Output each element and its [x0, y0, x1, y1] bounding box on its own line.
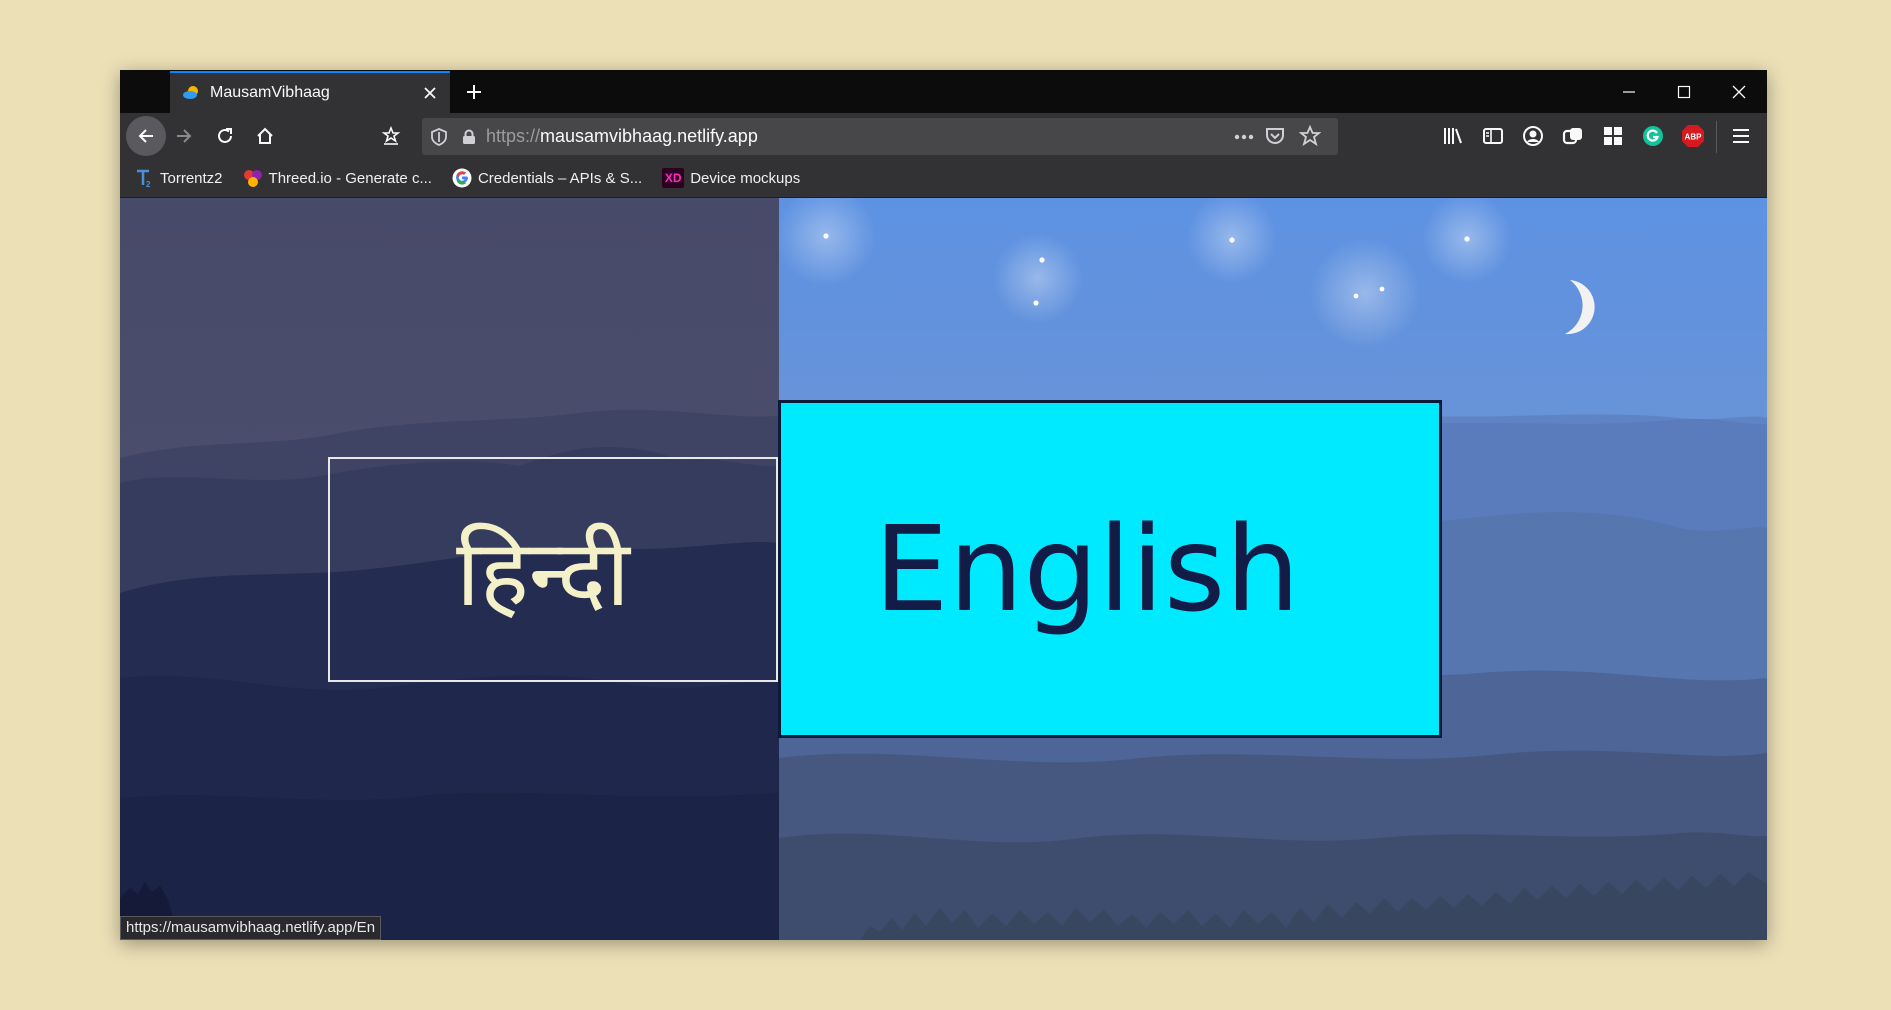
bookmark-star-icon[interactable]: [1298, 124, 1322, 152]
google-icon: [452, 168, 472, 188]
hindi-label: हिन्दी: [456, 520, 630, 627]
pocket-icon[interactable]: [1264, 125, 1286, 152]
bookmark-star-button[interactable]: [373, 118, 409, 154]
xd-icon: XD: [662, 168, 685, 188]
english-language-button[interactable]: English: [778, 400, 1442, 738]
grid-extension-icon[interactable]: [1598, 121, 1628, 151]
bookmark-credentials[interactable]: Credentials – APIs & S...: [452, 168, 642, 188]
sidebar-icon[interactable]: [1478, 121, 1508, 151]
lock-icon[interactable]: [456, 129, 482, 145]
new-tab-icon[interactable]: [458, 76, 490, 108]
bookmark-torrentz2[interactable]: 2 Torrentz2: [134, 168, 223, 188]
menu-icon[interactable]: [1726, 121, 1756, 151]
forward-button[interactable]: [166, 118, 202, 154]
home-button[interactable]: [247, 118, 283, 154]
account-icon[interactable]: [1518, 121, 1548, 151]
bookmark-threed[interactable]: Threed.io - Generate c...: [243, 168, 432, 188]
grammarly-icon[interactable]: [1638, 121, 1668, 151]
torrentz-icon: 2: [134, 168, 154, 188]
arrow-left-icon: [138, 129, 153, 143]
toolbar-divider: [1716, 121, 1717, 153]
close-tab-icon[interactable]: [418, 81, 442, 105]
hindi-language-button[interactable]: हिन्दी: [328, 457, 778, 682]
reload-button[interactable]: [207, 118, 243, 154]
status-bar-url: https://mausamvibhaag.netlify.app/En: [120, 916, 382, 940]
reload-icon: [218, 128, 232, 143]
star-upload-icon: [381, 126, 401, 145]
threed-icon: [243, 168, 263, 188]
svg-text:2: 2: [146, 180, 151, 188]
adblock-plus-icon[interactable]: ABP: [1678, 121, 1708, 151]
bookmarks-toolbar: 2 Torrentz2 Threed.io - Generate c... Cr…: [120, 159, 1767, 198]
english-label: English: [874, 500, 1301, 638]
tab-mausamvibhaag[interactable]: MausamVibhaag: [170, 71, 450, 113]
abp-text: ABP: [1685, 133, 1703, 142]
bookmark-label: Credentials – APIs & S...: [477, 169, 643, 187]
url-host: mausamvibhaag.netlify.app: [540, 126, 758, 146]
container-icon[interactable]: [1558, 121, 1588, 151]
tab-title: MausamVibhaag: [210, 84, 330, 101]
bookmark-device-mockups[interactable]: XD Device mockups: [662, 168, 800, 188]
back-button[interactable]: [126, 116, 166, 156]
bookmark-label: Device mockups: [690, 169, 801, 187]
arrow-right-icon: [177, 129, 192, 143]
maximize-icon[interactable]: [1656, 70, 1712, 113]
page-content: हिन्दी English https://mausamvibhaag.net…: [120, 198, 1767, 940]
bookmark-label: Torrentz2: [160, 169, 223, 187]
cloud-favicon-icon: [183, 86, 198, 99]
minimize-icon[interactable]: [1601, 70, 1657, 113]
url-scheme: https://: [486, 126, 541, 146]
address-bar[interactable]: https://mausamvibhaag.netlify.app: [422, 118, 1338, 155]
tab-strip: MausamVibhaag: [120, 70, 1767, 113]
close-window-icon[interactable]: [1711, 70, 1767, 113]
bookmark-label: Threed.io - Generate c...: [268, 169, 432, 187]
page-actions-icon[interactable]: [1230, 126, 1258, 148]
shield-icon[interactable]: [422, 127, 456, 146]
home-icon: [257, 127, 273, 144]
browser-window: MausamVibhaag https://mausamvibhaag.netl…: [120, 70, 1767, 940]
navigation-toolbar: https://mausamvibhaag.netlify.app ABP: [120, 113, 1767, 159]
library-icon[interactable]: [1438, 121, 1468, 151]
url-text[interactable]: https://mausamvibhaag.netlify.app: [486, 126, 758, 147]
